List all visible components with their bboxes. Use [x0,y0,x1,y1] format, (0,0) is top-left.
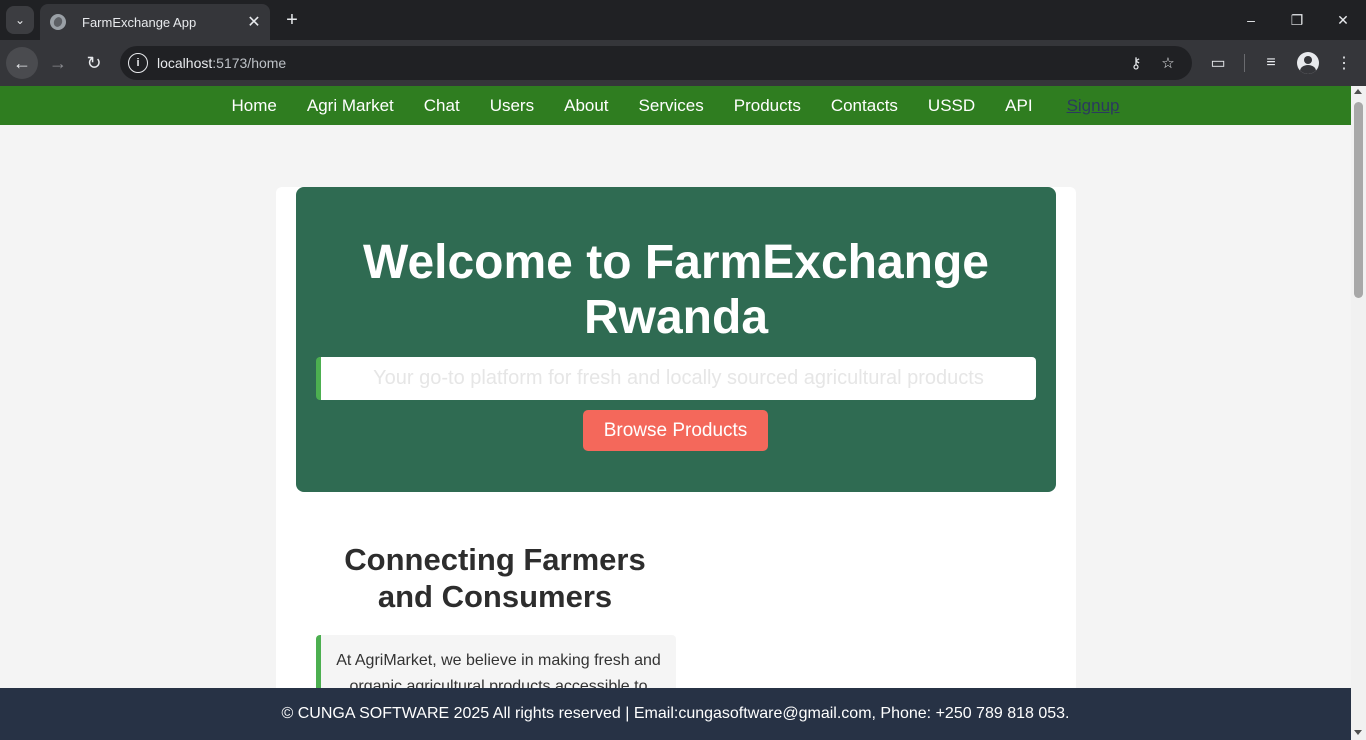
url-text[interactable]: localhost:5173/home [157,55,286,71]
tab-search-chevron-down-icon[interactable]: ⌄ [6,6,34,34]
address-bar[interactable]: i localhost:5173/home ⚷ ☆ [120,46,1192,80]
puzzle-icon[interactable]: ▭ [1207,52,1229,74]
section-title: Connecting Farmers and Consumers [344,542,646,614]
nav-link-api[interactable]: API [1005,96,1032,116]
nav-link-contacts[interactable]: Contacts [831,96,898,116]
new-tab-plus-icon[interactable]: + [280,8,304,32]
browser-tabstrip: ⌄ FarmExchange App ✕ + – ❐ ✕ [0,0,1366,40]
scrollbar-thumb[interactable] [1354,102,1363,298]
page-viewport: Home Agri Market Chat Users About Servic… [0,86,1351,740]
kebab-menu-icon[interactable]: ⋮ [1333,52,1355,74]
key-icon[interactable]: ⚷ [1126,53,1146,73]
url-path: :5173/home [212,55,287,71]
scroll-up-arrow-icon[interactable] [1354,89,1362,94]
profile-icon[interactable] [1297,52,1319,74]
site-navbar: Home Agri Market Chat Users About Servic… [0,86,1351,125]
hero-banner: Welcome to FarmExchange Rwanda Your go-t… [296,187,1056,492]
nav-link-signup[interactable]: Signup [1067,96,1120,116]
hero-tagline: Your go-to platform for fresh and locall… [373,367,984,389]
tab-close-icon[interactable]: ✕ [244,12,264,32]
nav-link-about[interactable]: About [564,96,608,116]
nav-link-chat[interactable]: Chat [424,96,460,116]
page-footer: © CUNGA SOFTWARE 2025 All rights reserve… [0,688,1351,740]
hero-tagline-box: Your go-to platform for fresh and locall… [316,357,1036,400]
tab-title: FarmExchange App [82,14,197,30]
vertical-scrollbar[interactable] [1351,86,1366,740]
nav-link-products[interactable]: Products [734,96,801,116]
scroll-down-arrow-icon[interactable] [1354,730,1362,735]
footer-text: © CUNGA SOFTWARE 2025 All rights reserve… [281,705,1070,722]
forward-arrow-icon[interactable]: → [42,47,74,79]
nav-link-home[interactable]: Home [232,96,277,116]
browser-toolbar: ← → ↻ i localhost:5173/home ⚷ ☆ ▭ ≡ ⋮ [0,40,1366,86]
star-icon[interactable]: ☆ [1158,53,1178,73]
globe-icon [50,14,66,30]
url-host: localhost [157,55,213,71]
site-info-icon[interactable]: i [128,53,148,73]
minimize-icon[interactable]: – [1228,4,1274,36]
content-card: Welcome to FarmExchange Rwanda Your go-t… [276,187,1076,740]
restore-icon[interactable]: ❐ [1274,4,1320,36]
hero-title: Welcome to FarmExchange Rwanda [363,236,989,344]
media-control-icon[interactable]: ≡ [1260,52,1282,74]
back-arrow-icon[interactable]: ← [6,47,38,79]
browse-products-button[interactable]: Browse Products [583,410,768,451]
nav-link-users[interactable]: Users [490,96,534,116]
close-window-icon[interactable]: ✕ [1320,4,1366,36]
toolbar-divider [1244,54,1245,72]
reload-icon[interactable]: ↻ [78,47,110,79]
browser-tab[interactable]: FarmExchange App ✕ [40,4,270,40]
nav-link-ussd[interactable]: USSD [928,96,975,116]
nav-link-services[interactable]: Services [639,96,704,116]
nav-link-agri-market[interactable]: Agri Market [307,96,394,116]
